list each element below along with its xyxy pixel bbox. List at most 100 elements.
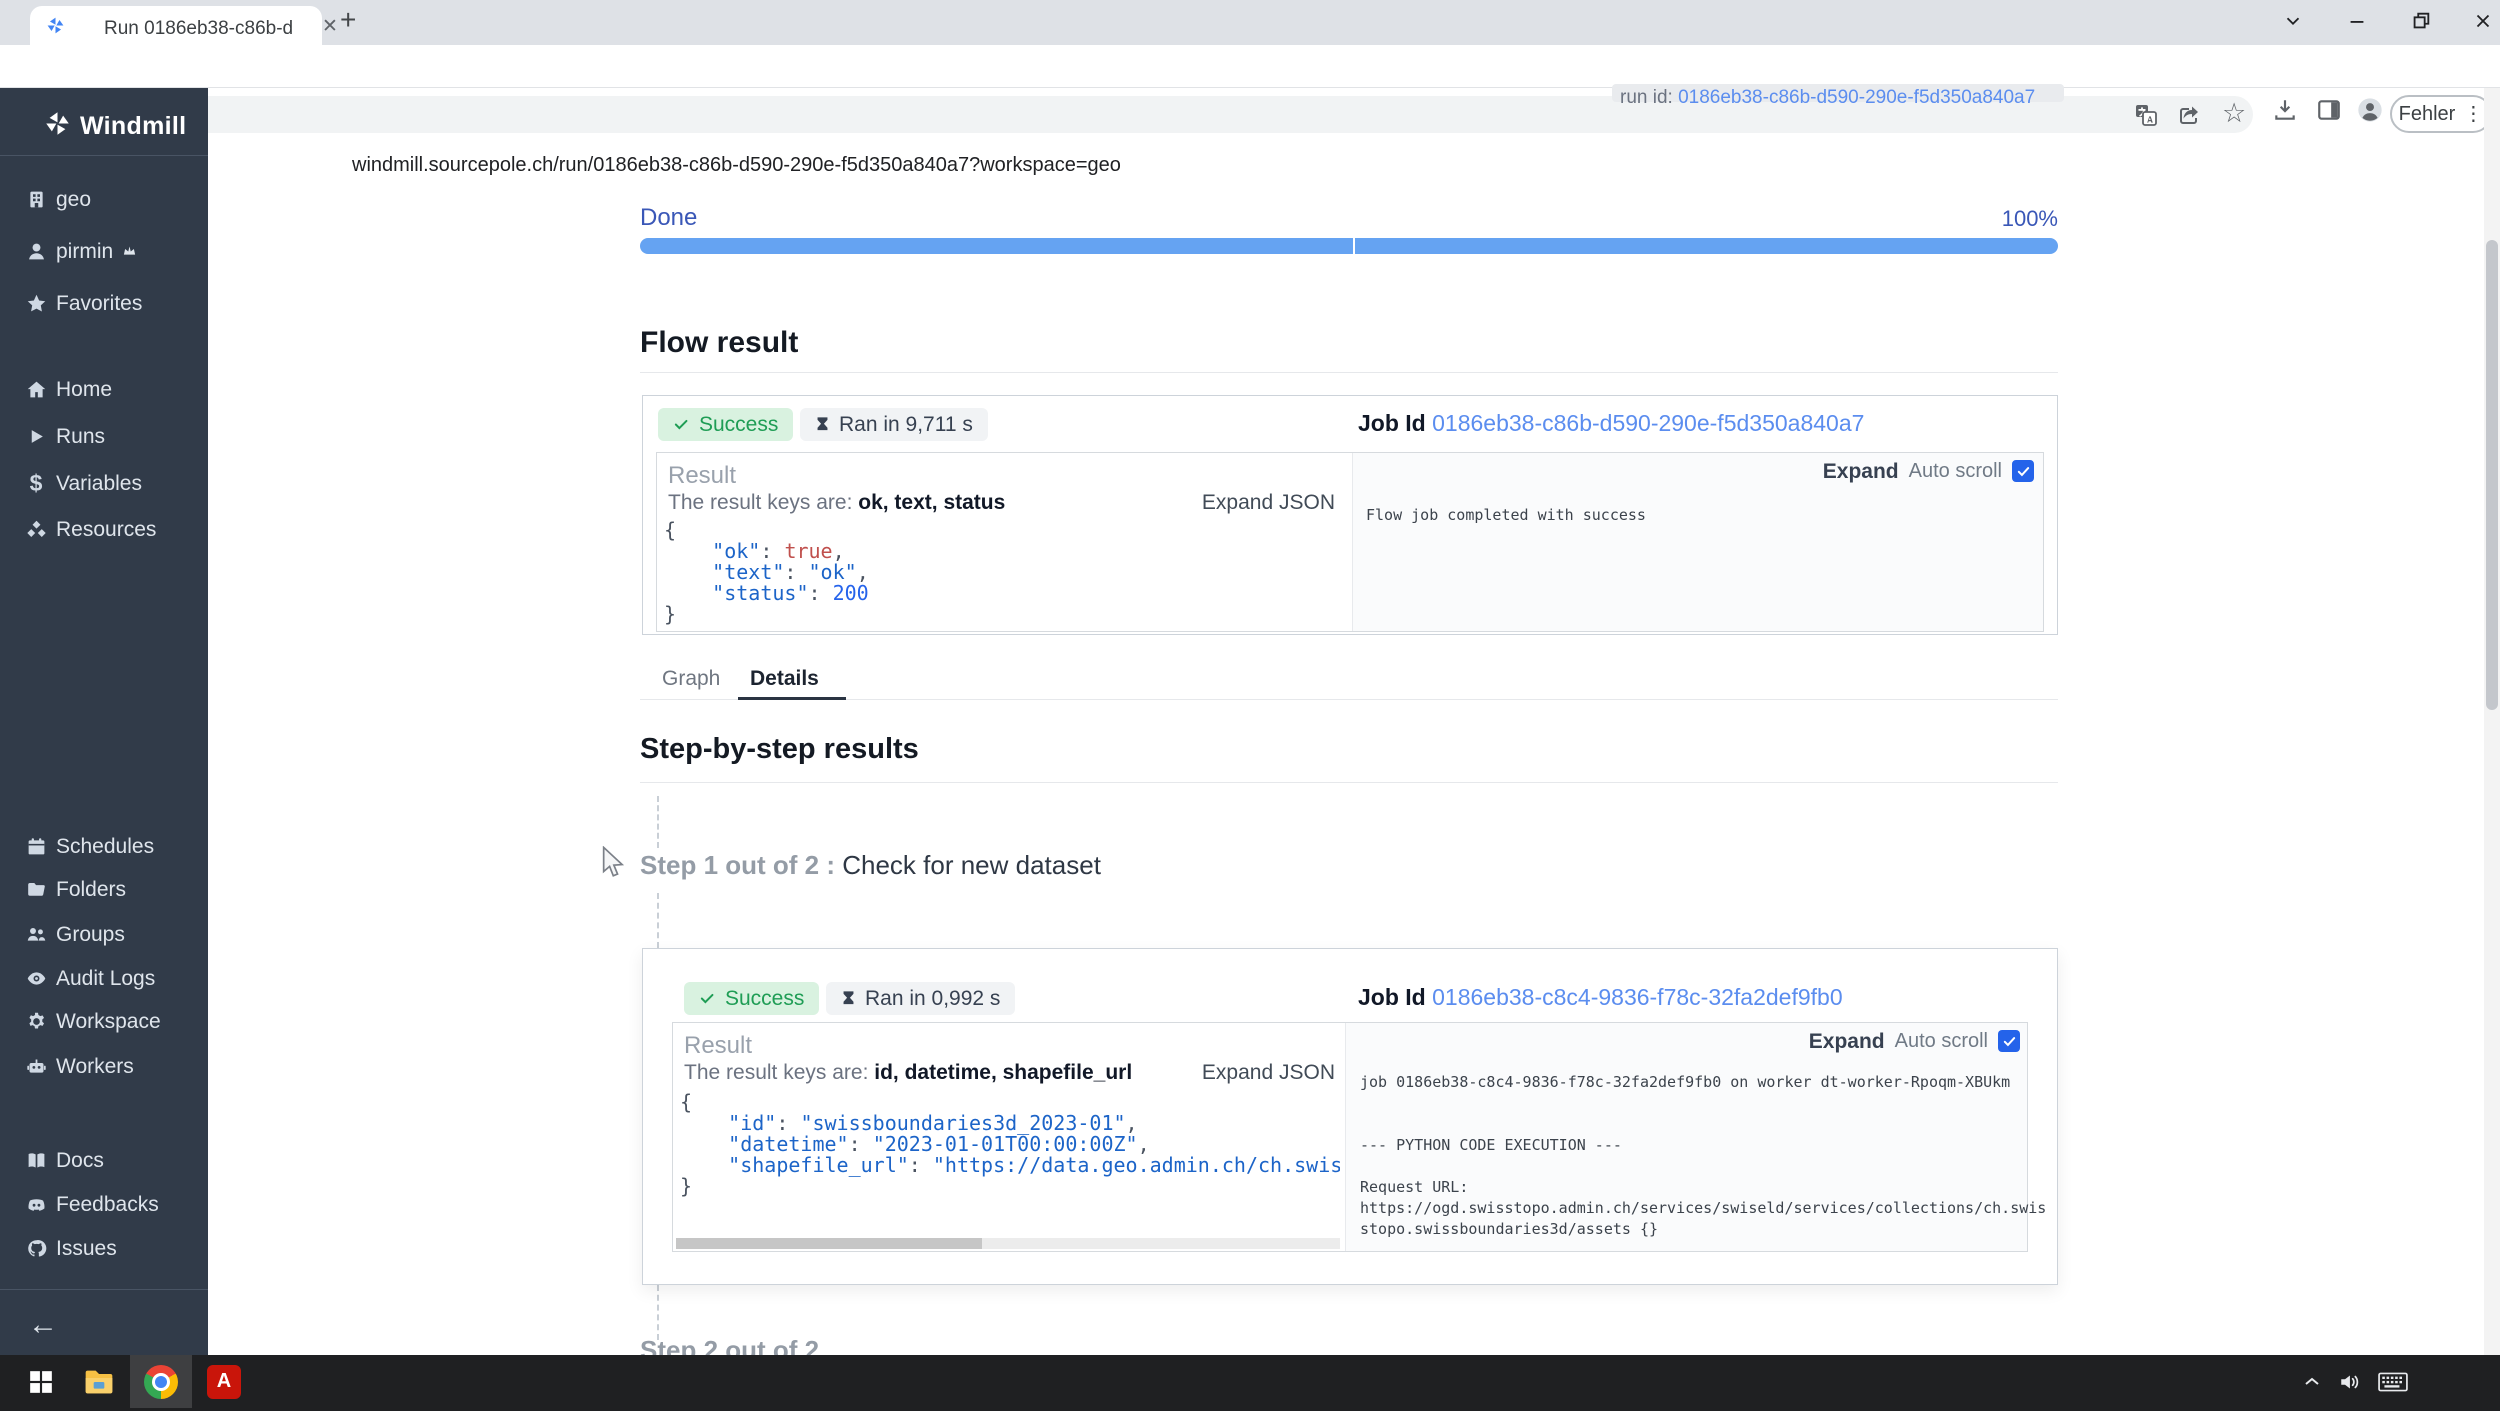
robot-icon <box>25 1055 47 1077</box>
file-explorer-icon <box>83 1366 115 1398</box>
browser-tab-strip: Run 0186eb38-c86b-d590-290e- ✕ + <box>0 0 2500 45</box>
sidebar-item-groups[interactable]: Groups <box>0 919 208 949</box>
share-icon[interactable] <box>2178 103 2202 132</box>
mouse-cursor <box>600 846 630 885</box>
browser-tab[interactable]: Run 0186eb38-c86b-d590-290e- ✕ <box>30 6 322 45</box>
people-icon <box>25 923 47 945</box>
flow-result-keys: The result keys are: ok, text, status <box>668 492 1005 513</box>
keyboard-icon[interactable] <box>2378 1370 2408 1399</box>
step1-log-text: job 0186eb38-c8c4-9836-f78c-32fa2def9fb0… <box>1360 1072 2020 1240</box>
taskbar-chrome[interactable] <box>130 1355 192 1408</box>
window-minimize-icon[interactable] <box>2346 10 2368 37</box>
flow-result-json: { "ok": true, "text": "ok", "status": 20… <box>664 520 869 625</box>
divider <box>640 782 2058 783</box>
gear-icon <box>25 1010 47 1032</box>
sidebar-item-label: Favorites <box>56 293 142 314</box>
tab-details[interactable]: Details <box>750 668 819 689</box>
sidebar-item-workspace-geo[interactable]: geo <box>0 184 208 214</box>
translate-icon[interactable] <box>2134 103 2158 132</box>
crown-icon <box>122 244 137 264</box>
sidebar-item-schedules[interactable]: Schedules <box>0 831 208 861</box>
job-id-link[interactable]: 0186eb38-c86b-d590-290e-f5d350a840a7 <box>1432 410 1864 436</box>
progress-status: Done <box>640 206 697 230</box>
sidebar-item-label: Workers <box>56 1056 134 1077</box>
side-panel-icon[interactable] <box>2316 97 2342 128</box>
windows-logo-icon <box>28 1369 54 1395</box>
expand-log-button[interactable]: Expand <box>1823 461 1899 482</box>
expand-log-button[interactable]: Expand <box>1809 1031 1885 1052</box>
success-label: Success <box>699 414 778 435</box>
tab-graph[interactable]: Graph <box>662 668 720 689</box>
flow-connector-line <box>657 796 659 848</box>
active-tab-underline <box>738 697 846 700</box>
horizontal-scrollbar[interactable] <box>676 1238 1340 1249</box>
flow-log-controls: Expand Auto scroll <box>1700 460 2034 482</box>
start-button[interactable] <box>14 1355 68 1408</box>
job-id-label: Job Id <box>1358 410 1426 436</box>
step1-heading: Step 1 out of 2 : Check for new dataset <box>640 852 1101 878</box>
progress-bar <box>640 238 2058 254</box>
page-scrollbar-thumb[interactable] <box>2486 240 2498 710</box>
username-label: pirmin <box>56 241 113 262</box>
url-text: windmill.sourcepole.ch/run/0186eb38-c86b… <box>352 155 1121 175</box>
download-icon[interactable] <box>2272 97 2298 128</box>
taskbar-file-explorer[interactable] <box>72 1355 126 1408</box>
dollar-icon: $ <box>25 472 47 494</box>
flow-connector-line <box>657 893 659 948</box>
sidebar-item-favorites[interactable]: Favorites <box>0 288 208 318</box>
sidebar-item-workspace-settings[interactable]: Workspace <box>0 1006 208 1036</box>
browser-error-button[interactable]: Fehler ⋮ <box>2390 95 2492 133</box>
job-id-link[interactable]: 0186eb38-c8c4-9836-f78c-32fa2def9fb0 <box>1432 984 1843 1010</box>
brand-name: Windmill <box>80 112 186 141</box>
run-id-label: run id: <box>1620 87 1673 108</box>
cubes-icon <box>25 518 47 540</box>
window-restore-icon[interactable] <box>2410 10 2432 37</box>
flow-result-title: Flow result <box>640 328 798 358</box>
sidebar-item-label: Folders <box>56 879 126 900</box>
taskbar-acrobat[interactable]: A <box>196 1355 252 1408</box>
sidebar-item-issues[interactable]: Issues <box>0 1233 208 1263</box>
step1-job-id: Job Id 0186eb38-c8c4-9836-f78c-32fa2def9… <box>1358 986 1843 1009</box>
step1-result-keys: The result keys are: id, datetime, shape… <box>684 1062 1132 1083</box>
sidebar-item-audit-logs[interactable]: Audit Logs <box>0 963 208 993</box>
auto-scroll-checkbox[interactable] <box>2012 460 2034 482</box>
run-id-value[interactable]: 0186eb38-c86b-d590-290e-f5d350a840a7 <box>1678 87 2035 108</box>
sidebar-item-feedbacks[interactable]: Feedbacks <box>0 1189 208 1219</box>
sidebar-item-user[interactable]: pirmin <box>0 236 208 266</box>
success-label: Success <box>725 988 804 1009</box>
adobe-acrobat-icon: A <box>207 1365 241 1399</box>
job-id-label: Job Id <box>1358 984 1426 1010</box>
sidebar-item-folders[interactable]: Folders <box>0 874 208 904</box>
tray-chevron-icon[interactable] <box>2300 1370 2324 1399</box>
collapse-sidebar-icon[interactable]: ← <box>28 1310 58 1340</box>
sidebar-item-resources[interactable]: Resources <box>0 514 208 544</box>
sidebar-item-docs[interactable]: Docs <box>0 1145 208 1175</box>
tab-close-icon[interactable]: ✕ <box>322 17 338 36</box>
sidebar-divider <box>0 155 208 156</box>
step1-expand-json-button[interactable]: Expand JSON <box>1150 1062 1335 1083</box>
windows-taskbar: A 17:20 16.03.2023 <box>0 1355 2500 1411</box>
window-close-icon[interactable] <box>2472 10 2494 37</box>
screen: Run 0186eb38-c86b-d590-290e- ✕ + ← → ↻ w… <box>0 0 2500 1411</box>
building-icon <box>25 188 47 210</box>
sidebar-item-variables[interactable]: $ Variables <box>0 468 208 498</box>
flow-expand-json-button[interactable]: Expand JSON <box>1150 492 1335 513</box>
divider <box>640 372 2058 373</box>
profile-avatar-icon[interactable] <box>2356 96 2384 129</box>
new-tab-button[interactable]: + <box>340 6 356 34</box>
browser-toolbar: ← → ↻ windmill.sourcepole.ch/run/0186eb3… <box>0 45 2500 88</box>
sidebar-item-home[interactable]: Home <box>0 374 208 404</box>
check-icon <box>699 990 716 1007</box>
sidebar-item-workers[interactable]: Workers <box>0 1051 208 1081</box>
sidebar-item-label: Audit Logs <box>56 968 155 989</box>
bookmark-star-icon[interactable]: ☆ <box>2222 100 2246 127</box>
sidebar-item-runs[interactable]: Runs <box>0 421 208 451</box>
sidebar-item-label: Home <box>56 379 112 400</box>
volume-icon[interactable] <box>2338 1369 2364 1400</box>
windmill-brand[interactable]: Windmill <box>44 110 186 142</box>
step-results-title: Step-by-step results <box>640 735 919 764</box>
horizontal-scrollbar-thumb[interactable] <box>676 1238 982 1249</box>
hourglass-icon <box>841 990 856 1007</box>
auto-scroll-checkbox[interactable] <box>1998 1030 2020 1052</box>
window-chevron-icon[interactable] <box>2282 10 2304 37</box>
